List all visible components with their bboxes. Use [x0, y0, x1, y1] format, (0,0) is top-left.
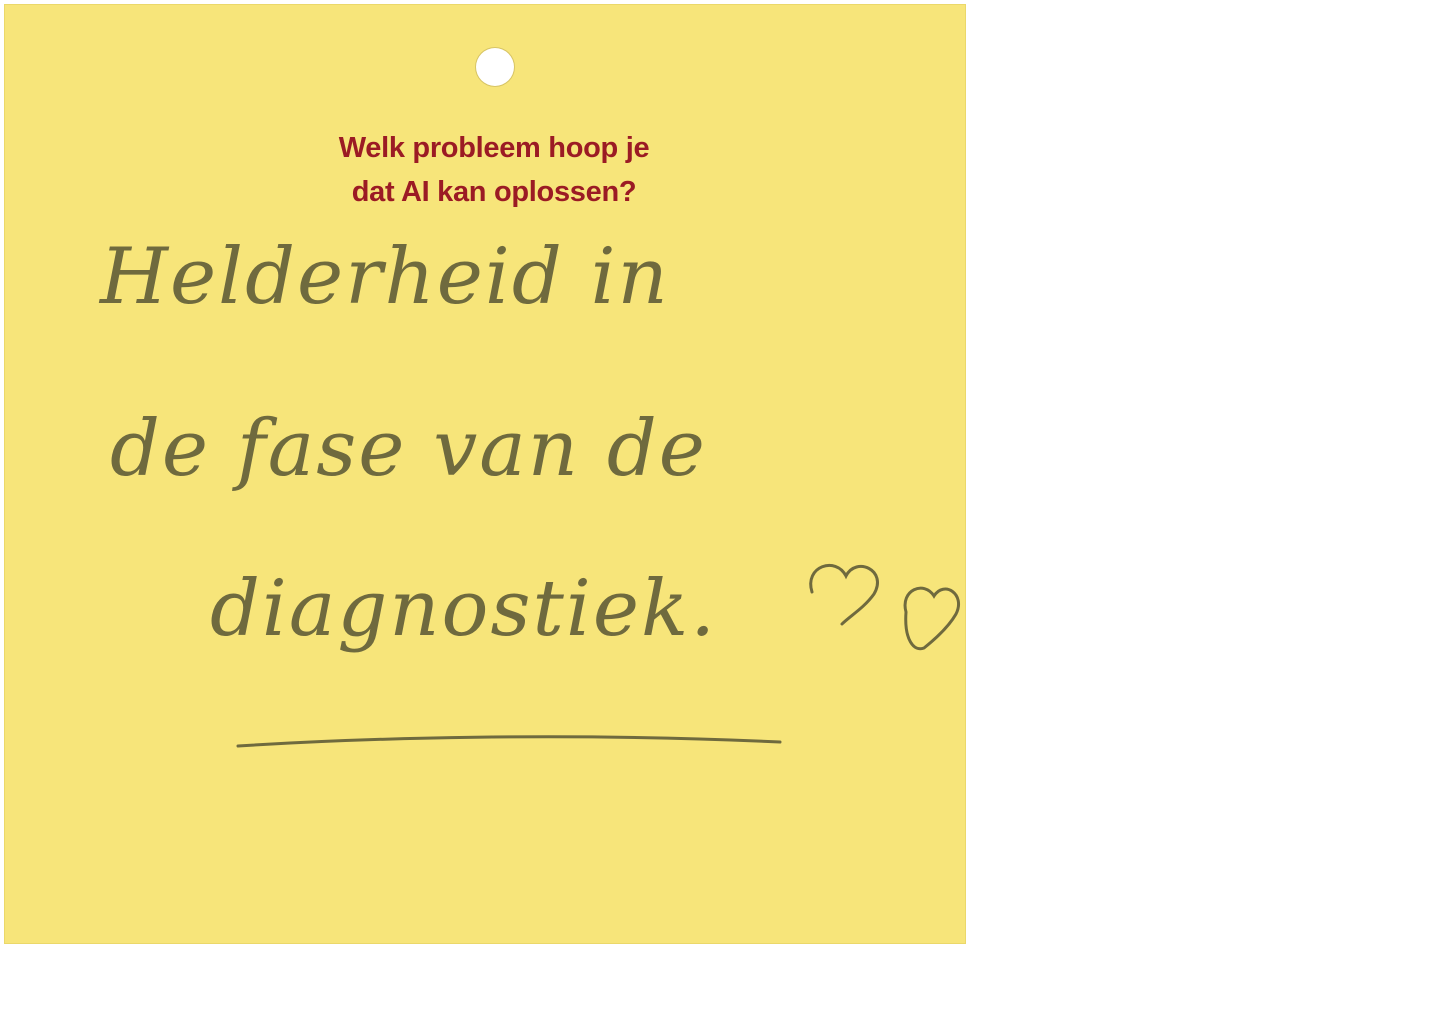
hearts-doodle-icon — [809, 564, 960, 651]
page: Welk probleem hoop je dat AI kan oplosse… — [0, 0, 1432, 1010]
handwritten-answer: Helderheid in de fase van de diagnostiek… — [4, 4, 966, 944]
underline-stroke — [236, 735, 782, 748]
hand-drawn-marks — [236, 564, 960, 748]
sticky-note-card: Welk probleem hoop je dat AI kan oplosse… — [4, 4, 966, 944]
